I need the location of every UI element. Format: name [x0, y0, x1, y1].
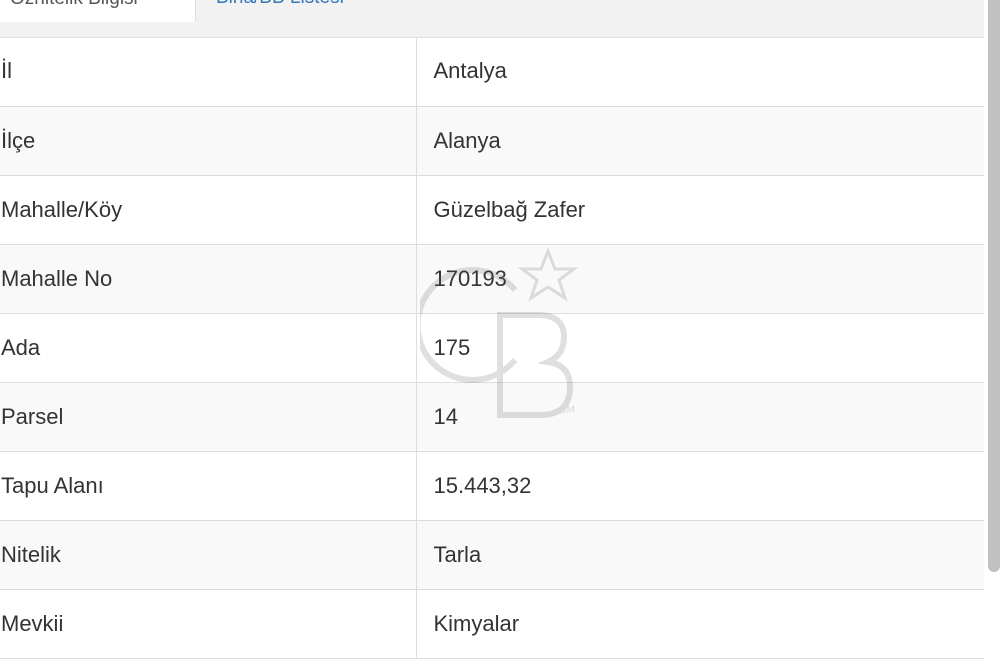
- tab-bar: Öznitelik Bilgisi Bina/BB Listesi: [0, 0, 984, 38]
- tab-bina-bb-listesi[interactable]: Bina/BB Listesi: [206, 0, 354, 22]
- tab-oznitelik-bilgisi[interactable]: Öznitelik Bilgisi: [0, 0, 196, 22]
- table-row: Nitelik Tarla: [0, 520, 984, 590]
- row-key: Nitelik: [0, 520, 417, 590]
- row-value: 15.443,32: [416, 451, 984, 521]
- row-value: Antalya: [416, 37, 984, 107]
- row-key: Parsel: [0, 382, 417, 452]
- row-value: Tarla: [416, 520, 984, 590]
- row-value: 175: [416, 313, 984, 383]
- attribute-table: İl Antalya İlçe Alanya Mahalle/Köy Güzel…: [0, 37, 984, 659]
- row-value: Kimyalar: [416, 589, 984, 659]
- row-key: Tapu Alanı: [0, 451, 417, 521]
- table-row: İl Antalya: [0, 37, 984, 107]
- row-key: Mevkii: [0, 589, 417, 659]
- scrollbar-thumb[interactable]: [988, 0, 1000, 572]
- row-key: İl: [0, 37, 417, 107]
- row-key: Mahalle No: [0, 244, 417, 314]
- row-value: Alanya: [416, 106, 984, 176]
- row-value: Güzelbağ Zafer: [416, 175, 984, 245]
- table-row: Mevkii Kimyalar: [0, 589, 984, 659]
- row-value: 170193: [416, 244, 984, 314]
- table-row: Tapu Alanı 15.443,32: [0, 451, 984, 521]
- table-row: Ada 175: [0, 313, 984, 383]
- row-key: Ada: [0, 313, 417, 383]
- row-key: Mahalle/Köy: [0, 175, 417, 245]
- table-row: İlçe Alanya: [0, 106, 984, 176]
- table-row: Parsel 14: [0, 382, 984, 452]
- row-key: İlçe: [0, 106, 417, 176]
- table-row: Mahalle/Köy Güzelbağ Zafer: [0, 175, 984, 245]
- row-value: 14: [416, 382, 984, 452]
- table-row: Mahalle No 170193: [0, 244, 984, 314]
